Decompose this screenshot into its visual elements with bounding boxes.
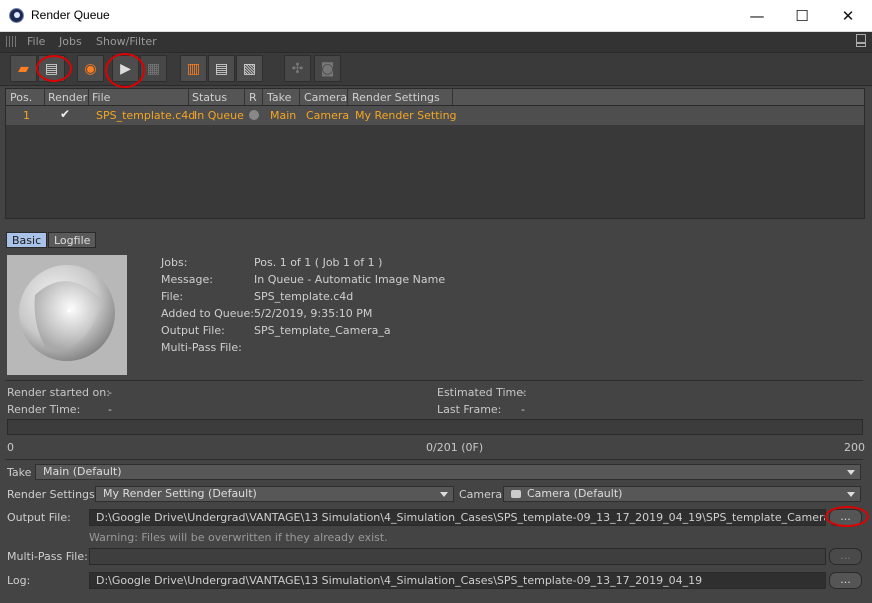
message-value: In Queue - Automatic Image Name: [254, 273, 446, 286]
log-browse-button[interactable]: ...: [829, 572, 862, 589]
take-label: Take: [7, 466, 32, 479]
delete-list-icon[interactable]: ▤: [208, 55, 235, 82]
render-time-label: Render Time:: [7, 403, 81, 416]
log-label: Log:: [7, 574, 31, 587]
output-file-value: SPS_template_Camera_a: [254, 324, 391, 337]
camera-label: Camera: [459, 488, 503, 501]
chevron-down-icon: [847, 470, 855, 475]
title-bar: Render Queue — ☐ ✕: [0, 0, 872, 32]
job-list: Pos. Render File Status R Take Camera Re…: [5, 88, 865, 219]
camera-icon[interactable]: ◙: [314, 55, 341, 82]
row-render-settings: My Render Setting: [355, 109, 457, 122]
column-status[interactable]: Status: [192, 91, 227, 104]
file-label: File:: [161, 290, 184, 303]
camera-value: Camera (Default): [527, 487, 623, 500]
render-started-value: -: [108, 386, 112, 399]
multipass-browse-button[interactable]: ...: [829, 548, 862, 565]
log-field[interactable]: D:\Google Drive\Undergrad\VANTAGE\13 Sim…: [89, 572, 826, 589]
message-label: Message:: [161, 273, 213, 286]
camera-dropdown[interactable]: Camera (Default): [503, 486, 861, 502]
open-folder-icon[interactable]: ▰: [10, 55, 37, 82]
render-settings-value: My Render Setting (Default): [103, 487, 257, 500]
menu-bar: File Jobs Show/Filter: [0, 32, 872, 52]
output-file-label: Output File:: [7, 511, 71, 524]
jobs-label: Jobs:: [161, 256, 188, 269]
tab-basic[interactable]: Basic: [6, 232, 48, 248]
chevron-down-icon: [440, 492, 448, 497]
render-checkbox[interactable]: ✔: [60, 107, 70, 121]
minimize-button[interactable]: —: [734, 0, 780, 31]
export-list-icon[interactable]: ▧: [236, 55, 263, 82]
annotation-circle: [825, 506, 869, 527]
jobs-value: Pos. 1 of 1 ( Job 1 of 1 ): [254, 256, 383, 269]
close-button[interactable]: ✕: [825, 0, 871, 31]
menu-file[interactable]: File: [27, 35, 45, 48]
list-header: Pos. Render File Status R Take Camera Re…: [6, 89, 864, 106]
window-title: Render Queue: [31, 8, 110, 22]
last-frame-label: Last Frame:: [437, 403, 502, 416]
take-value: Main (Default): [43, 465, 122, 478]
tab-logfile[interactable]: Logfile: [48, 232, 97, 248]
render-settings-icon[interactable]: ◉: [77, 55, 104, 82]
preview-sphere: [7, 255, 127, 375]
status-dot-icon: [249, 110, 259, 120]
file-value: SPS_template.c4d: [254, 290, 354, 303]
camera-icon: [511, 490, 521, 498]
take-dropdown[interactable]: Main (Default): [35, 464, 861, 480]
table-row[interactable]: 1 ✔ SPS_template.c4d In Queue Main Camer…: [6, 106, 864, 125]
column-render[interactable]: Render: [48, 91, 87, 104]
row-pos: 1: [23, 109, 30, 122]
render-progress-bar: [7, 419, 863, 435]
chevron-down-icon: [847, 492, 855, 497]
column-take[interactable]: Take: [267, 91, 291, 104]
divider: [5, 380, 863, 381]
output-file-field[interactable]: D:\Google Drive\Undergrad\VANTAGE\13 Sim…: [89, 509, 826, 526]
menu-show-filter[interactable]: Show/Filter: [96, 35, 157, 48]
multipass-file-label: Multi-Pass File:: [7, 550, 88, 563]
render-started-label: Render started on:: [7, 386, 110, 399]
progress-start: 0: [7, 441, 14, 454]
overwrite-warning: Warning: Files will be overwritten if th…: [89, 531, 388, 544]
divider: [5, 459, 863, 460]
output-file-label: Output File:: [161, 324, 225, 337]
render-net-icon[interactable]: ✣: [284, 55, 311, 82]
column-r[interactable]: R: [249, 91, 257, 104]
row-status: In Queue: [194, 109, 244, 122]
annotation-circle: [36, 55, 72, 82]
render-settings-label: Render Settings: [7, 488, 95, 501]
progress-frames: 0/201 (0F): [426, 441, 484, 454]
column-file[interactable]: File: [92, 91, 110, 104]
column-pos[interactable]: Pos.: [10, 91, 32, 104]
row-camera: Camera: [306, 109, 350, 122]
layout-config-icon[interactable]: [856, 34, 866, 47]
menu-jobs[interactable]: Jobs: [59, 35, 82, 48]
column-render-settings[interactable]: Render Settings: [352, 91, 440, 104]
multipass-label: Multi-Pass File:: [161, 341, 242, 354]
row-file: SPS_template.c4d: [96, 109, 196, 122]
column-camera[interactable]: Camera: [304, 91, 347, 104]
grip-icon[interactable]: [6, 36, 18, 47]
cinema4d-app-icon: [9, 8, 24, 23]
estimated-time-label: Estimated Time:: [437, 386, 527, 399]
trash-icon[interactable]: ▥: [180, 55, 207, 82]
progress-end: 200: [844, 441, 865, 454]
render-time-value: -: [108, 403, 112, 416]
multipass-file-field[interactable]: [89, 548, 826, 565]
added-label: Added to Queue:: [161, 307, 254, 320]
annotation-circle: [105, 53, 145, 88]
maximize-button[interactable]: ☐: [779, 0, 825, 31]
render-preview-thumbnail: [7, 255, 127, 375]
estimated-time-value: -: [521, 386, 525, 399]
added-value: 5/2/2019, 9:35:10 PM: [254, 307, 373, 320]
row-take: Main: [270, 109, 297, 122]
last-frame-value: -: [521, 403, 525, 416]
render-settings-dropdown[interactable]: My Render Setting (Default): [95, 486, 454, 502]
